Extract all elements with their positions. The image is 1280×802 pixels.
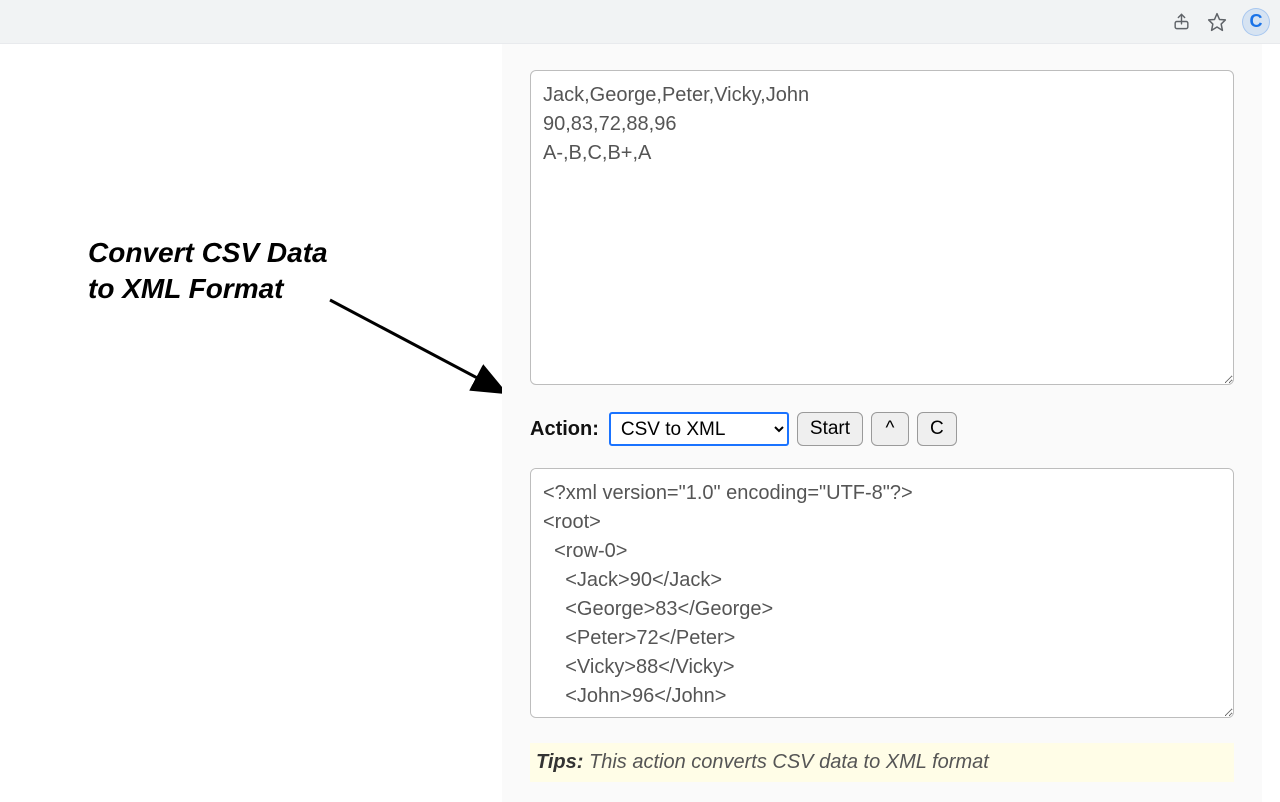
tips-label: Tips: (536, 751, 583, 773)
browser-toolbar: C (0, 0, 1280, 44)
action-select[interactable]: CSV to XML (609, 412, 789, 446)
annotation-line1: Convert CSV Data (88, 237, 328, 268)
action-row: Action: CSV to XML Start ^ C (530, 412, 1234, 446)
caret-button[interactable]: ^ (871, 412, 909, 446)
star-icon[interactable] (1206, 11, 1228, 33)
start-button[interactable]: Start (797, 412, 863, 446)
extension-badge[interactable]: C (1242, 8, 1270, 36)
xml-output-textarea[interactable] (530, 468, 1234, 718)
annotation-text: Convert CSV Data to XML Format (88, 235, 328, 308)
annotation-line2: to XML Format (88, 273, 283, 304)
clear-button[interactable]: C (917, 412, 957, 446)
tips-text: This action converts CSV data to XML for… (583, 751, 988, 773)
action-label-text: Action: (530, 418, 599, 441)
tips-bar: Tips: This action converts CSV data to X… (530, 743, 1234, 782)
share-icon[interactable] (1170, 11, 1192, 33)
converter-panel: Action: CSV to XML Start ^ C Tips: This … (502, 44, 1262, 802)
csv-input-textarea[interactable] (530, 70, 1234, 385)
